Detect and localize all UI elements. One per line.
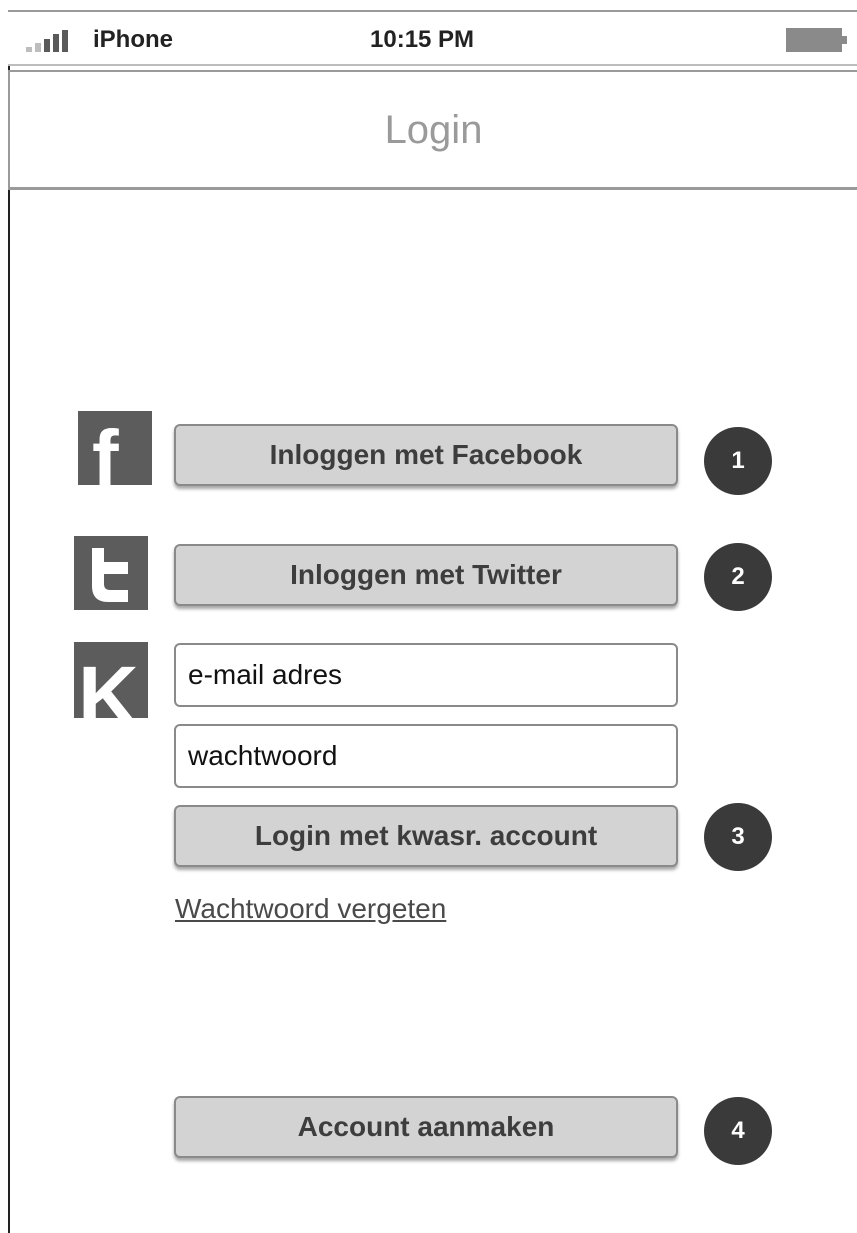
battery-nub — [842, 36, 847, 44]
carrier-name: iPhone — [93, 26, 174, 53]
forgot-password-link[interactable]: Wachtwoord vergeten — [175, 893, 446, 925]
status-time: 10:15 PM — [370, 26, 475, 53]
status-bar: iPhone 10:15 PM — [8, 10, 857, 66]
twitter-login-button[interactable]: Inloggen met Twitter — [174, 544, 678, 606]
kwasr-login-button[interactable]: Login met kwasr. account — [174, 805, 678, 867]
annotation-badge-1: 1 — [704, 427, 772, 495]
password-field[interactable]: wachtwoord — [174, 724, 678, 788]
battery-icon — [786, 28, 842, 52]
navigation-bar: Login — [8, 70, 857, 190]
create-account-button[interactable]: Account aanmaken — [174, 1096, 678, 1158]
facebook-icon: f — [78, 411, 152, 485]
twitter-icon — [74, 536, 148, 610]
annotation-badge-4: 4 — [704, 1097, 772, 1165]
page-title: Login — [384, 108, 483, 152]
signal-bars-icon — [26, 30, 74, 52]
device-frame-edge — [8, 190, 10, 1233]
facebook-login-button[interactable]: Inloggen met Facebook — [174, 424, 678, 486]
email-field[interactable]: e-mail adres — [174, 643, 678, 707]
kwasr-icon: K — [74, 642, 148, 718]
annotation-badge-3: 3 — [704, 803, 772, 871]
annotation-badge-2: 2 — [704, 543, 772, 611]
